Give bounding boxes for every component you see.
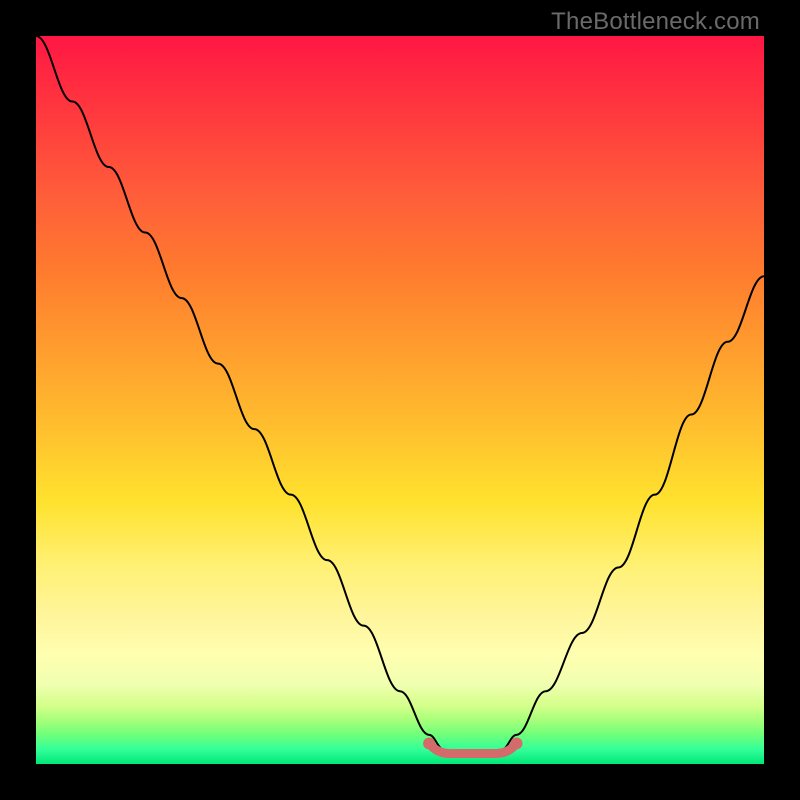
- bottleneck-curve: [36, 36, 764, 757]
- chart-frame: TheBottleneck.com: [0, 0, 800, 800]
- flat-bottom-segment: [429, 743, 516, 753]
- flat-endpoint-left: [423, 737, 435, 749]
- flat-endpoint-right: [510, 737, 522, 749]
- curve-layer: [36, 36, 764, 764]
- attribution-text: TheBottleneck.com: [551, 8, 760, 36]
- plot-area: [36, 36, 764, 764]
